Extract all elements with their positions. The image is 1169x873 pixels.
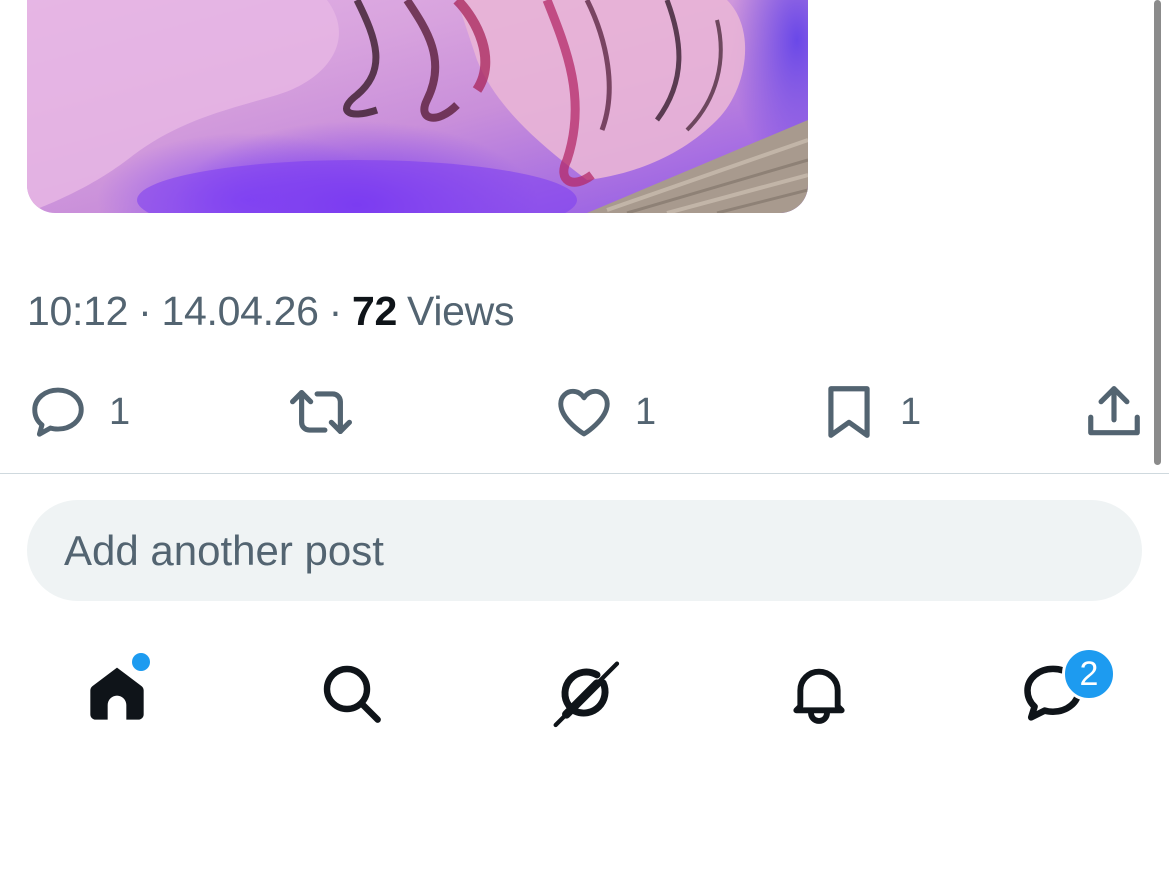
bookmark-count: 1 [900, 390, 922, 433]
home-unread-dot [132, 653, 150, 671]
like-button[interactable]: 1 [553, 380, 656, 444]
add-post-placeholder: Add another post [64, 526, 384, 574]
bottom-nav: 2 [0, 640, 1169, 750]
reply-count: 1 [109, 390, 131, 433]
bookmark-icon [818, 381, 880, 443]
nav-notifications[interactable] [764, 640, 874, 750]
post-photo[interactable] [27, 0, 808, 213]
search-icon [319, 661, 383, 730]
post-time: 10:12 [27, 288, 129, 334]
share-icon [1083, 381, 1145, 443]
meta-separator: · [328, 288, 343, 334]
views-count[interactable]: 72 [352, 288, 397, 334]
scrollbar[interactable] [1154, 0, 1161, 465]
post-detail-screen: 10:12 · 14.04.26 · 72 Views 1 1 1 Add an… [0, 0, 1169, 873]
repost-icon [286, 381, 356, 443]
like-count: 1 [635, 390, 657, 433]
nav-grok[interactable] [530, 640, 640, 750]
post-date: 14.04.26 [161, 288, 319, 334]
post-actions: 1 1 1 [0, 380, 1169, 444]
nav-search[interactable] [296, 640, 406, 750]
section-divider [0, 473, 1169, 474]
post-meta: 10:12 · 14.04.26 · 72 Views [27, 286, 514, 336]
views-label[interactable]: Views [407, 288, 514, 334]
share-button[interactable] [1083, 380, 1145, 444]
repost-button[interactable] [286, 380, 376, 444]
nav-messages[interactable]: 2 [998, 640, 1116, 750]
heart-icon [553, 381, 615, 443]
reply-icon [27, 381, 89, 443]
photo-content [27, 0, 808, 213]
bookmark-button[interactable]: 1 [818, 380, 921, 444]
nav-home[interactable] [62, 640, 172, 750]
messages-badge: 2 [1062, 647, 1116, 701]
bell-icon [787, 661, 851, 730]
grok-icon [545, 653, 625, 738]
reply-button[interactable]: 1 [27, 380, 130, 444]
add-post-input[interactable]: Add another post [27, 500, 1142, 601]
meta-separator: · [138, 288, 152, 334]
